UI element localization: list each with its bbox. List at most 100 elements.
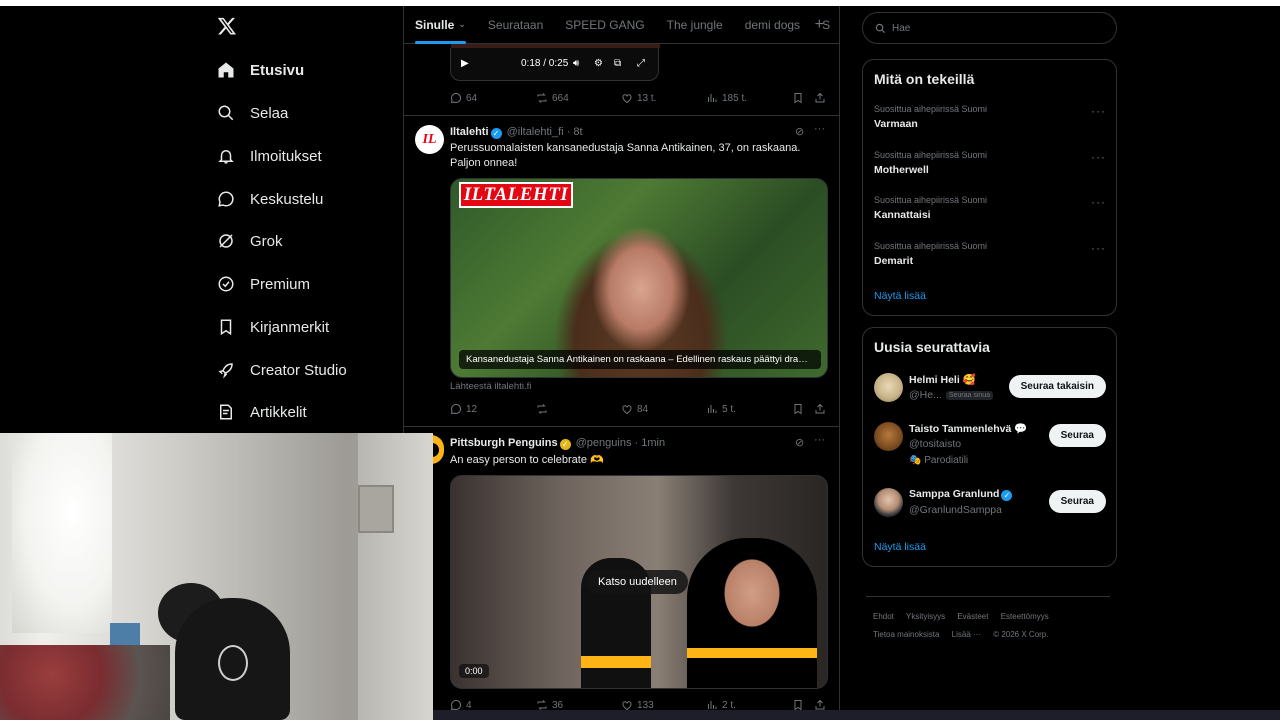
replay-button[interactable]: Katso uudelleen xyxy=(587,570,688,594)
sidebar-item-bookmarks[interactable]: Kirjanmerkit xyxy=(210,307,329,347)
video-figure-stripe xyxy=(581,656,651,668)
grok-icon[interactable]: ⊘ xyxy=(795,125,804,138)
follow-name[interactable]: Taisto Tammenlehvä 💬 xyxy=(909,422,1027,435)
grok-icon xyxy=(210,229,244,253)
iltalehti-logo: ILTALEHTI xyxy=(459,182,573,208)
views-button[interactable]: 5 t. xyxy=(706,403,736,415)
tab-demi-dogs[interactable]: demi dogs xyxy=(734,6,811,44)
avatar[interactable]: IL xyxy=(415,125,444,154)
tweet-divider xyxy=(404,115,839,116)
grok-icon[interactable]: ⊘ xyxy=(795,436,804,449)
tweet-author-name[interactable]: Iltalehti xyxy=(450,126,489,138)
settings-icon[interactable]: ⚙︎ xyxy=(594,58,603,69)
play-icon[interactable]: ▶ xyxy=(461,58,469,69)
video-time: 0:18 / 0:25 xyxy=(521,58,569,69)
bookmark-button[interactable] xyxy=(792,403,804,415)
follow-back-button[interactable]: Seuraa takaisin xyxy=(1008,375,1106,398)
search-input[interactable] xyxy=(892,22,1092,34)
more-options-icon[interactable]: ··· xyxy=(814,434,825,446)
video-player-controls: ▶ 0:18 / 0:25 🔊︎ ⚙︎ ⧉ ⤢ xyxy=(450,38,660,81)
tweet-time[interactable]: · 1min xyxy=(635,437,666,449)
reply-button[interactable]: 12 xyxy=(450,403,477,415)
article-icon xyxy=(210,400,244,424)
like-button[interactable]: 13 t. xyxy=(621,92,656,104)
like-button[interactable]: 84 xyxy=(621,403,648,415)
chat-icon xyxy=(210,187,244,211)
follow-handle: @He... xyxy=(909,389,942,401)
webcam-overlay xyxy=(0,433,433,720)
fullscreen-icon[interactable]: ⤢ xyxy=(637,58,645,69)
footer-link-accessibility[interactable]: Esteettömyys xyxy=(1001,612,1049,621)
reply-button[interactable]: 64 xyxy=(450,92,477,104)
more-options-icon[interactable]: ··· xyxy=(814,123,825,135)
picture-in-picture-icon[interactable]: ⧉ xyxy=(614,58,621,69)
tab-for-you[interactable]: Sinulle ⌄ xyxy=(404,6,477,44)
tweet-author-handle[interactable]: @penguins xyxy=(576,437,632,449)
avatar[interactable] xyxy=(874,422,903,451)
footer-link-terms[interactable]: Ehdot xyxy=(873,612,894,621)
more-options-icon[interactable]: ··· xyxy=(1091,241,1106,255)
avatar[interactable] xyxy=(874,488,903,517)
sidebar-item-home[interactable]: Etusivu xyxy=(210,50,304,90)
views-button[interactable]: 185 t. xyxy=(706,92,747,104)
search-box[interactable] xyxy=(862,12,1117,44)
search-icon xyxy=(210,101,244,125)
more-options-icon[interactable]: ··· xyxy=(1091,150,1106,164)
video-time: 0:00 xyxy=(459,664,489,678)
views-icon xyxy=(708,405,717,413)
rocket-icon xyxy=(210,358,244,382)
follow-name[interactable]: Helmi Heli 🥰 xyxy=(909,373,976,386)
sidebar-item-grok[interactable]: Grok xyxy=(210,221,283,261)
repost-button[interactable] xyxy=(536,403,552,415)
reply-icon xyxy=(450,403,462,415)
sidebar-item-explore[interactable]: Selaa xyxy=(210,93,288,133)
footer-link-more[interactable]: Lisää ··· xyxy=(952,630,981,639)
trend-item[interactable]: Suosittua aihepiirissä Suomi Demarit ··· xyxy=(874,241,1106,267)
show-more-link[interactable]: Näytä lisää xyxy=(874,541,926,553)
tab-following[interactable]: Seurataan xyxy=(477,6,554,44)
view-count: 185 t. xyxy=(722,92,748,104)
trend-item[interactable]: Suosittua aihepiirissä Suomi Motherwell … xyxy=(874,150,1106,176)
tweet-author-handle[interactable]: @iltalehti_fi xyxy=(507,126,564,138)
repost-icon xyxy=(537,93,547,103)
repost-button[interactable]: 664 xyxy=(536,92,569,104)
like-count: 13 t. xyxy=(637,92,657,104)
share-button[interactable] xyxy=(814,403,826,415)
show-more-link[interactable]: Näytä lisää xyxy=(874,290,926,302)
follow-name-row[interactable]: Samppa Granlund ✓ xyxy=(909,488,1014,501)
add-tab-icon[interactable]: + xyxy=(815,16,824,34)
sidebar-item-premium[interactable]: Premium xyxy=(210,264,310,304)
tweet-actions: 64 664 13 t. 185 t. xyxy=(450,92,828,108)
bookmark-button[interactable] xyxy=(792,92,804,104)
link-source[interactable]: Lähteestä iltalehti.fi xyxy=(450,381,531,392)
tweet-time[interactable]: · 8t xyxy=(567,126,583,138)
trend-item[interactable]: Suosittua aihepiirissä Suomi Kannattaisi… xyxy=(874,195,1106,221)
footer-divider xyxy=(866,596,1110,597)
trend-item[interactable]: Suosittua aihepiirissä Suomi Varmaan ··· xyxy=(874,104,1106,130)
heart-icon xyxy=(622,94,632,104)
sidebar-item-creator-studio[interactable]: Creator Studio xyxy=(210,350,347,390)
sidebar-item-notifications[interactable]: Ilmoitukset xyxy=(210,136,322,176)
tab-speed-gang[interactable]: SPEED GANG xyxy=(554,6,655,44)
footer-link-privacy[interactable]: Yksityisyys xyxy=(906,612,945,621)
tweet-media-image[interactable]: ILTALEHTI Kansanedustaja Sanna Antikaine… xyxy=(450,178,828,378)
sidebar-item-articles[interactable]: Artikkelit xyxy=(210,392,307,432)
share-button[interactable] xyxy=(814,92,826,104)
sidebar-item-label: Keskustelu xyxy=(250,190,324,208)
more-options-icon[interactable]: ··· xyxy=(1091,104,1106,118)
footer-link-ads-info[interactable]: Tietoa mainoksista xyxy=(873,630,939,639)
follow-button[interactable]: Seuraa xyxy=(1048,490,1106,513)
tweet-header: Pittsburgh Penguins ✓ @penguins · 1min xyxy=(450,437,665,450)
sidebar-item-messages[interactable]: Keskustelu xyxy=(210,179,323,219)
footer-link-cookies[interactable]: Evästeet xyxy=(957,612,988,621)
x-logo-icon[interactable] xyxy=(217,15,237,37)
more-options-icon[interactable]: ··· xyxy=(1091,195,1106,209)
tweet-author-name[interactable]: Pittsburgh Penguins xyxy=(450,437,558,449)
avatar[interactable] xyxy=(874,373,903,402)
follow-button[interactable]: Seuraa xyxy=(1048,424,1106,447)
sidebar-item-label: Premium xyxy=(250,275,311,293)
volume-icon[interactable]: 🔊︎ xyxy=(573,58,579,69)
tab-the-jungle[interactable]: The jungle xyxy=(656,6,734,44)
sidebar-item-label: Kirjanmerkit xyxy=(250,318,330,336)
os-taskbar xyxy=(433,710,1280,720)
